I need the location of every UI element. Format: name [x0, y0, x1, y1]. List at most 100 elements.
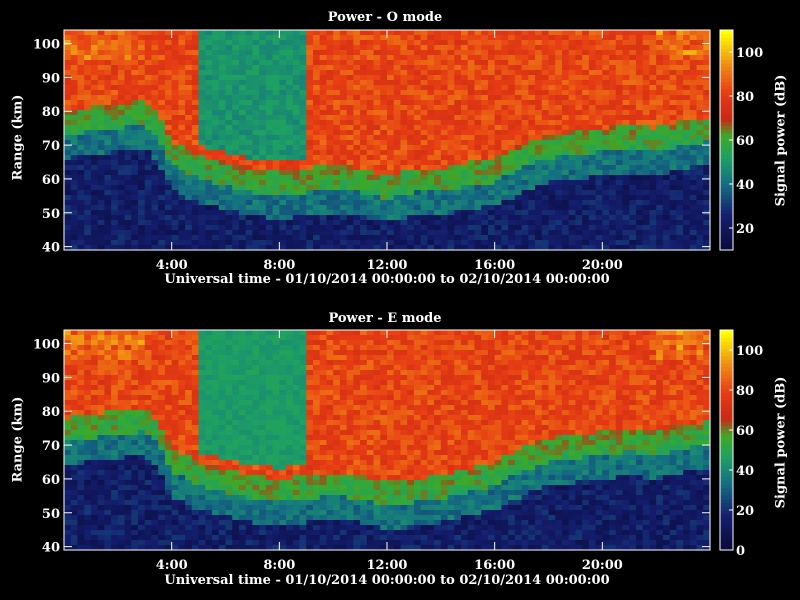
heatmap-cell	[555, 160, 563, 166]
colorbar-swatch	[720, 96, 733, 101]
heatmap-cell	[111, 490, 119, 496]
heatmap-cell	[151, 130, 159, 136]
heatmap-cell	[548, 215, 556, 221]
heatmap-cell	[373, 175, 381, 181]
heatmap-cell	[138, 380, 146, 386]
heatmap-cell	[407, 180, 415, 186]
heatmap-cell	[131, 100, 139, 106]
heatmap-cell	[84, 80, 92, 86]
heatmap-cell	[144, 375, 153, 381]
heatmap-cell	[104, 195, 112, 201]
heatmap-cell	[312, 205, 321, 211]
heatmap-cell	[238, 160, 247, 166]
heatmap-cell	[319, 65, 328, 71]
heatmap-cell	[319, 125, 328, 131]
heatmap-cell	[70, 165, 79, 171]
heatmap-cell	[407, 110, 415, 116]
heatmap-cell	[635, 160, 644, 166]
heatmap-cell	[117, 450, 126, 456]
heatmap-cell	[602, 215, 610, 221]
heatmap-cell	[629, 90, 637, 96]
heatmap-cell	[353, 155, 361, 161]
heatmap-cell	[131, 75, 139, 81]
heatmap-cell	[64, 195, 72, 201]
heatmap-cell	[494, 50, 502, 56]
heatmap-cell	[218, 105, 227, 111]
heatmap-cell	[252, 180, 260, 186]
heatmap-cell	[259, 60, 267, 66]
heatmap-cell	[622, 100, 630, 106]
heatmap-cell	[144, 80, 153, 86]
heatmap-cell	[568, 185, 577, 191]
heatmap-cell	[669, 35, 677, 41]
heatmap-cell	[541, 145, 550, 151]
heatmap-cell	[501, 175, 509, 181]
heatmap-cell	[77, 540, 85, 546]
heatmap-cell	[259, 75, 267, 81]
heatmap-cell	[292, 55, 301, 61]
heatmap-cell	[508, 180, 516, 186]
heatmap-cell	[662, 75, 671, 81]
heatmap-cell	[312, 120, 321, 126]
heatmap-cell	[474, 85, 482, 91]
heatmap-cell	[461, 190, 469, 196]
heatmap-cell	[548, 235, 556, 241]
heatmap-cell	[158, 405, 166, 411]
heatmap-cell	[306, 135, 314, 141]
heatmap-cell	[561, 65, 570, 71]
heatmap-cell	[64, 180, 72, 186]
heatmap-cell	[575, 65, 583, 71]
heatmap-cell	[467, 230, 476, 236]
heatmap-cell	[683, 215, 691, 221]
heatmap-cell	[232, 190, 240, 196]
heatmap-cell	[225, 150, 233, 156]
heatmap-cell	[696, 240, 704, 246]
heatmap-cell	[238, 60, 247, 66]
heatmap-cell	[427, 100, 435, 106]
heatmap-cell	[77, 500, 85, 506]
heatmap-cell	[635, 200, 644, 206]
heatmap-cell	[339, 70, 348, 76]
heatmap-cell	[400, 235, 408, 241]
heatmap-cell	[245, 160, 254, 166]
heatmap-cell	[521, 195, 529, 201]
heatmap-cell	[380, 120, 388, 126]
heatmap-cell	[279, 120, 287, 126]
heatmap-cell	[360, 175, 368, 181]
heatmap-cell	[84, 35, 92, 41]
heatmap-cell	[555, 190, 563, 196]
heatmap-cell	[481, 140, 489, 146]
heatmap-cell	[245, 235, 254, 241]
heatmap-cell	[124, 50, 132, 56]
heatmap-cell	[84, 420, 92, 426]
heatmap-cell	[420, 150, 428, 156]
heatmap-cell	[407, 125, 415, 131]
heatmap-cell	[158, 510, 166, 516]
heatmap-cell	[117, 420, 126, 426]
heatmap-cell	[158, 375, 166, 381]
heatmap-cell	[602, 30, 610, 36]
heatmap-cell	[387, 160, 395, 166]
heatmap-cell	[420, 40, 428, 46]
heatmap-cell	[144, 60, 153, 66]
heatmap-cell	[306, 215, 314, 221]
heatmap-cell	[333, 95, 341, 101]
heatmap-cell	[494, 115, 502, 121]
heatmap-cell	[346, 125, 354, 131]
heatmap-cell	[407, 75, 415, 81]
heatmap-cell	[602, 125, 610, 131]
heatmap-cell	[225, 85, 233, 91]
heatmap-cell	[238, 195, 247, 201]
heatmap-cell	[487, 125, 496, 131]
heatmap-cell	[440, 145, 449, 151]
heatmap-cell	[420, 60, 428, 66]
heatmap-cell	[151, 35, 159, 41]
heatmap-cell	[393, 125, 402, 131]
heatmap-cell	[413, 75, 422, 81]
heatmap-cell	[252, 185, 260, 191]
heatmap-cell	[326, 90, 334, 96]
heatmap-cell	[319, 190, 328, 196]
heatmap-cell	[265, 70, 274, 76]
heatmap-cell	[319, 230, 328, 236]
heatmap-cell	[514, 30, 523, 36]
